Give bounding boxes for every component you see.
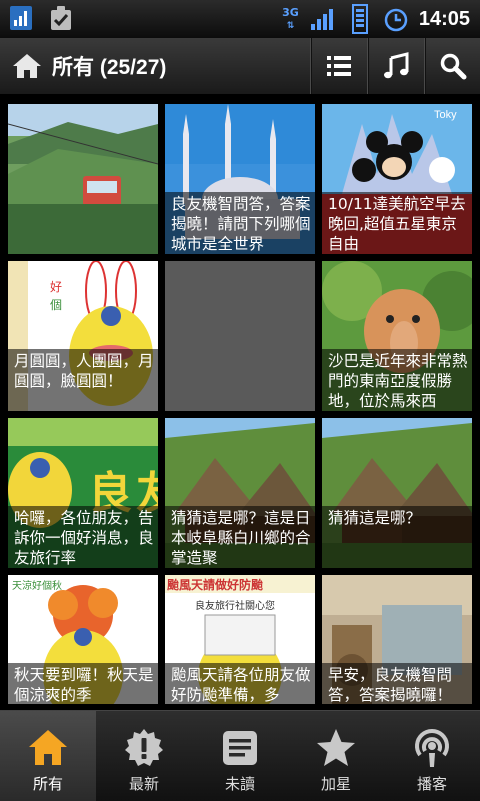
article-tile[interactable]: 良友機智問答，答案揭曉！請問下列哪個城市是全世界 <box>165 104 315 254</box>
nav-label: 最新 <box>128 775 159 793</box>
svg-text:天涼好個秋: 天涼好個秋 <box>12 579 62 592</box>
tile-caption: 颱風天請各位朋友做好防颱準備，多 <box>165 663 315 704</box>
nav-unread[interactable]: 未讀 <box>192 711 288 801</box>
tile-caption: 猜猜這是哪？ <box>322 506 472 568</box>
status-bar: 3G ⇅ 14:05 <box>0 0 480 38</box>
list-view-button[interactable] <box>310 38 367 94</box>
nav-podcast[interactable]: 播客 <box>384 711 480 801</box>
search-button[interactable] <box>424 38 480 94</box>
tile-caption: 月圓圓，人團圓，月圓圓，臉圓圓！ <box>8 349 158 411</box>
music-button[interactable] <box>367 38 424 94</box>
badge-alert-icon <box>125 729 163 766</box>
article-tile[interactable]: 早安，良友機智問答，答案揭曉囉！ <box>322 575 472 704</box>
star-icon <box>317 729 355 766</box>
nav-starred[interactable]: 加星 <box>288 711 384 801</box>
page-title: 所有 (25/27) <box>52 56 167 79</box>
home-icon[interactable] <box>12 52 42 80</box>
bottom-navigation: 所有 最新 未讀 加星 播客 <box>0 710 480 801</box>
search-icon <box>440 53 467 80</box>
home-icon <box>29 730 67 765</box>
podcast-icon <box>415 729 449 767</box>
svg-text:個: 個 <box>50 298 62 312</box>
article-tile[interactable]: 猜猜這是哪？這是日本岐阜縣白川鄉的合掌造聚 <box>165 418 315 568</box>
tile-caption: 早安，良友機智問答，答案揭曉囉！ <box>322 663 472 704</box>
nav-label: 所有 <box>32 775 63 793</box>
music-note-icon <box>384 52 409 79</box>
article-tile[interactable]: Toky 10/11達美航空早去晚回,超值五星東京自由 <box>322 104 472 254</box>
battery-icon <box>351 4 368 34</box>
svg-text:Toky: Toky <box>434 109 457 121</box>
article-tile[interactable] <box>8 104 158 254</box>
article-tile[interactable]: 好個 月圓圓，人團圓，月圓圓，臉圓圓！ <box>8 261 158 411</box>
document-icon <box>223 731 257 765</box>
signal-icon <box>310 9 333 30</box>
tile-image-cable-car <box>8 104 158 254</box>
nav-latest[interactable]: 最新 <box>96 711 192 801</box>
list-icon <box>327 56 351 76</box>
svg-text:良友旅行社關心您: 良友旅行社關心您 <box>195 599 275 612</box>
tile-caption: 10/11達美航空早去晚回,超值五星東京自由 <box>322 192 472 254</box>
svg-text:颱風天請做好防颱: 颱風天請做好防颱 <box>167 577 263 592</box>
tile-caption: 良友機智問答，答案揭曉！請問下列哪個城市是全世界 <box>165 192 315 254</box>
download-notification-icon <box>10 6 32 30</box>
article-tile[interactable]: 沙巴是近年來非常熱門的東南亞度假勝地，位於馬來西 <box>322 261 472 411</box>
network-type-label: 3G <box>282 5 299 19</box>
article-tile[interactable]: 良 友 哈囉，各位朋友，告訴你一個好消息，良友旅行率 <box>8 418 158 568</box>
task-done-notification-icon <box>51 6 71 30</box>
tile-caption: 猜猜這是哪？這是日本岐阜縣白川鄉的合掌造聚 <box>165 506 315 568</box>
article-tile[interactable]: 颱風天請做好防颱 良友旅行社關心您 颱風天請各位朋友做好防颱準備，多 <box>165 575 315 704</box>
article-tile[interactable]: 天涼好個秋 秋天要到囉！秋天是個涼爽的季 <box>8 575 158 704</box>
alarm-icon <box>384 8 408 32</box>
tile-caption: 哈囉，各位朋友，告訴你一個好消息，良友旅行率 <box>8 506 158 568</box>
nav-label: 播客 <box>416 775 447 793</box>
network-type: 3G ⇅ <box>282 5 299 31</box>
svg-text:好: 好 <box>50 280 62 294</box>
app-bar: 所有 (25/27) <box>0 38 480 95</box>
article-tile[interactable] <box>165 261 315 411</box>
tile-caption: 沙巴是近年來非常熱門的東南亞度假勝地，位於馬來西 <box>322 349 472 411</box>
tile-caption: 秋天要到囉！秋天是個涼爽的季 <box>8 663 158 704</box>
article-grid: 良友機智問答，答案揭曉！請問下列哪個城市是全世界 Toky 10/11達美航空早… <box>8 104 474 704</box>
nav-label: 未讀 <box>224 775 255 793</box>
nav-label: 加星 <box>320 775 351 793</box>
clock: 14:05 <box>418 7 470 30</box>
article-tile[interactable]: 猜猜這是哪？ <box>322 418 472 568</box>
nav-all[interactable]: 所有 <box>0 711 96 801</box>
